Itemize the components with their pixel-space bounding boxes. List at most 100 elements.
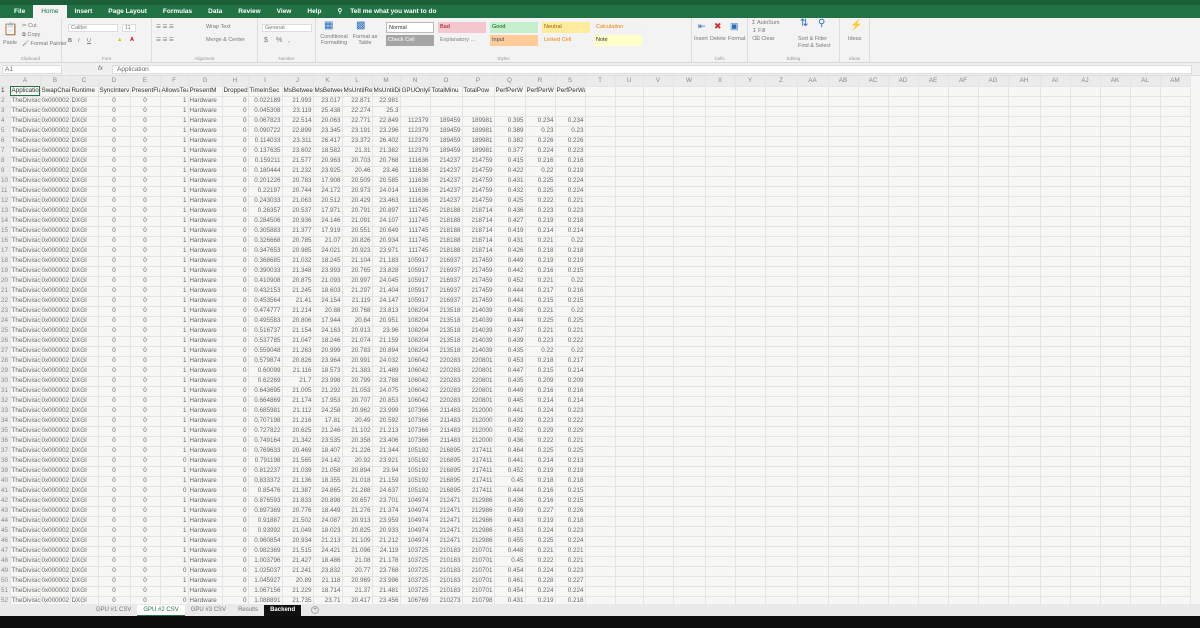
- cell-K[interactable]: 24.163: [313, 326, 343, 337]
- cell-G[interactable]: Hardware: [188, 116, 223, 127]
- row-header[interactable]: 32: [0, 396, 11, 407]
- cell-T[interactable]: [585, 246, 616, 257]
- cell-AK[interactable]: [1100, 516, 1131, 527]
- cell-AM[interactable]: [1160, 546, 1191, 557]
- cell-H[interactable]: 0: [222, 426, 249, 437]
- cell-AF[interactable]: [948, 296, 979, 307]
- cell-A[interactable]: TheDivisio: [10, 596, 41, 604]
- cell-AC[interactable]: [858, 516, 889, 527]
- cell-E[interactable]: 0: [130, 196, 161, 207]
- header-cell-F[interactable]: AllowsTea: [160, 86, 189, 97]
- cell-X[interactable]: [705, 546, 736, 557]
- underline-button[interactable]: U: [87, 38, 91, 44]
- cell-M[interactable]: 23.828: [372, 266, 401, 277]
- cell-P[interactable]: 210701: [462, 556, 495, 567]
- cell-T[interactable]: [585, 536, 616, 547]
- cell-AK[interactable]: [1100, 556, 1131, 567]
- cell-AH[interactable]: [1008, 396, 1041, 407]
- cell-V[interactable]: [643, 136, 674, 147]
- cell-T[interactable]: [585, 576, 616, 587]
- cell-Z[interactable]: [765, 216, 798, 227]
- cell-O[interactable]: 213518: [430, 306, 463, 317]
- cell-A[interactable]: TheDivisio: [10, 266, 41, 277]
- cell-E[interactable]: 0: [130, 236, 161, 247]
- cell-Z[interactable]: [765, 106, 798, 117]
- cell-Q[interactable]: 0.426: [494, 246, 526, 257]
- cell-M[interactable]: 25.3: [372, 106, 401, 117]
- cell-AC[interactable]: [858, 116, 889, 127]
- cell-AA[interactable]: [797, 116, 829, 127]
- cell-AC[interactable]: [858, 336, 889, 347]
- cell-V[interactable]: [643, 346, 674, 357]
- cell-AJ[interactable]: [1070, 156, 1101, 167]
- cell-AD[interactable]: [888, 266, 919, 277]
- cell-S[interactable]: 0.221: [555, 436, 586, 447]
- cell-AC[interactable]: [858, 566, 889, 577]
- cell-C[interactable]: DXGI: [70, 336, 99, 347]
- cell-F[interactable]: 1: [160, 356, 189, 367]
- cell-H[interactable]: 0: [222, 466, 249, 477]
- cell-O[interactable]: 216937: [430, 256, 463, 267]
- cell-J[interactable]: 20.806: [282, 316, 314, 327]
- cell-A[interactable]: TheDivisio: [10, 436, 41, 447]
- cell-M[interactable]: 21.481: [372, 586, 401, 597]
- cell-M[interactable]: 24.107: [372, 216, 401, 227]
- cell-AE[interactable]: [918, 326, 949, 337]
- cell-AM[interactable]: [1160, 216, 1191, 227]
- cell-AG[interactable]: [978, 96, 1009, 107]
- cell-A[interactable]: TheDivisio: [10, 516, 41, 527]
- cell-F[interactable]: 1: [160, 516, 189, 527]
- cell-AH[interactable]: [1008, 156, 1041, 167]
- cell-A[interactable]: TheDivisio: [10, 186, 41, 197]
- cell-M[interactable]: 23.768: [372, 566, 401, 577]
- fill-button[interactable]: ↧ Fill: [752, 28, 765, 34]
- cell-F[interactable]: 1: [160, 206, 189, 217]
- cell-AJ[interactable]: [1070, 496, 1101, 507]
- cell-AF[interactable]: [948, 336, 979, 347]
- cell-X[interactable]: [705, 386, 736, 397]
- cell-B[interactable]: 0x000002: [40, 316, 71, 327]
- cell-N[interactable]: 106042: [400, 386, 431, 397]
- cell-O[interactable]: 214237: [430, 186, 463, 197]
- cell-E[interactable]: 0: [130, 286, 161, 297]
- cell-P[interactable]: 212986: [462, 526, 495, 537]
- cell-AB[interactable]: [828, 246, 859, 257]
- cell-A[interactable]: TheDivisio: [10, 316, 41, 327]
- cell-B[interactable]: 0x000002: [40, 246, 71, 257]
- cell-AG[interactable]: [978, 136, 1009, 147]
- cell-E[interactable]: 0: [130, 456, 161, 467]
- cell-R[interactable]: 0.219: [525, 216, 556, 227]
- cell-J[interactable]: 21.047: [282, 336, 314, 347]
- cell-AC[interactable]: [858, 586, 889, 597]
- cell-AD[interactable]: [888, 156, 919, 167]
- cell-N[interactable]: 105192: [400, 476, 431, 487]
- cell-AA[interactable]: [797, 466, 829, 477]
- tab-view[interactable]: View: [269, 5, 300, 18]
- cell-J[interactable]: 22.514: [282, 116, 314, 127]
- cell-X[interactable]: [705, 246, 736, 257]
- cell-I[interactable]: 0.812237: [248, 466, 283, 477]
- cell-T[interactable]: [585, 366, 616, 377]
- cell-W[interactable]: [673, 506, 706, 517]
- cell-Q[interactable]: 0.453: [494, 356, 526, 367]
- cell-A[interactable]: TheDivisio: [10, 256, 41, 267]
- cell-F[interactable]: 1: [160, 96, 189, 107]
- cell-I[interactable]: 0.664869: [248, 396, 283, 407]
- cell-AM[interactable]: [1160, 446, 1191, 457]
- cell-K[interactable]: 24.087: [313, 516, 343, 527]
- cell-S[interactable]: 0.222: [555, 336, 586, 347]
- cell-Q[interactable]: 0.453: [494, 526, 526, 537]
- cell-N[interactable]: 108204: [400, 306, 431, 317]
- cell-J[interactable]: 21.216: [282, 416, 314, 427]
- cell-K[interactable]: 20.512: [313, 196, 343, 207]
- cell-AG[interactable]: [978, 446, 1009, 457]
- cell-V[interactable]: [643, 296, 674, 307]
- cell-E[interactable]: 0: [130, 496, 161, 507]
- cell-V[interactable]: [643, 356, 674, 367]
- cell-R[interactable]: 0.224: [525, 146, 556, 157]
- cell-K[interactable]: 18.449: [313, 506, 343, 517]
- cell-AG[interactable]: [978, 366, 1009, 377]
- cell-AM[interactable]: [1160, 456, 1191, 467]
- cell-AF[interactable]: [948, 496, 979, 507]
- cell-S[interactable]: 0.22: [555, 346, 586, 357]
